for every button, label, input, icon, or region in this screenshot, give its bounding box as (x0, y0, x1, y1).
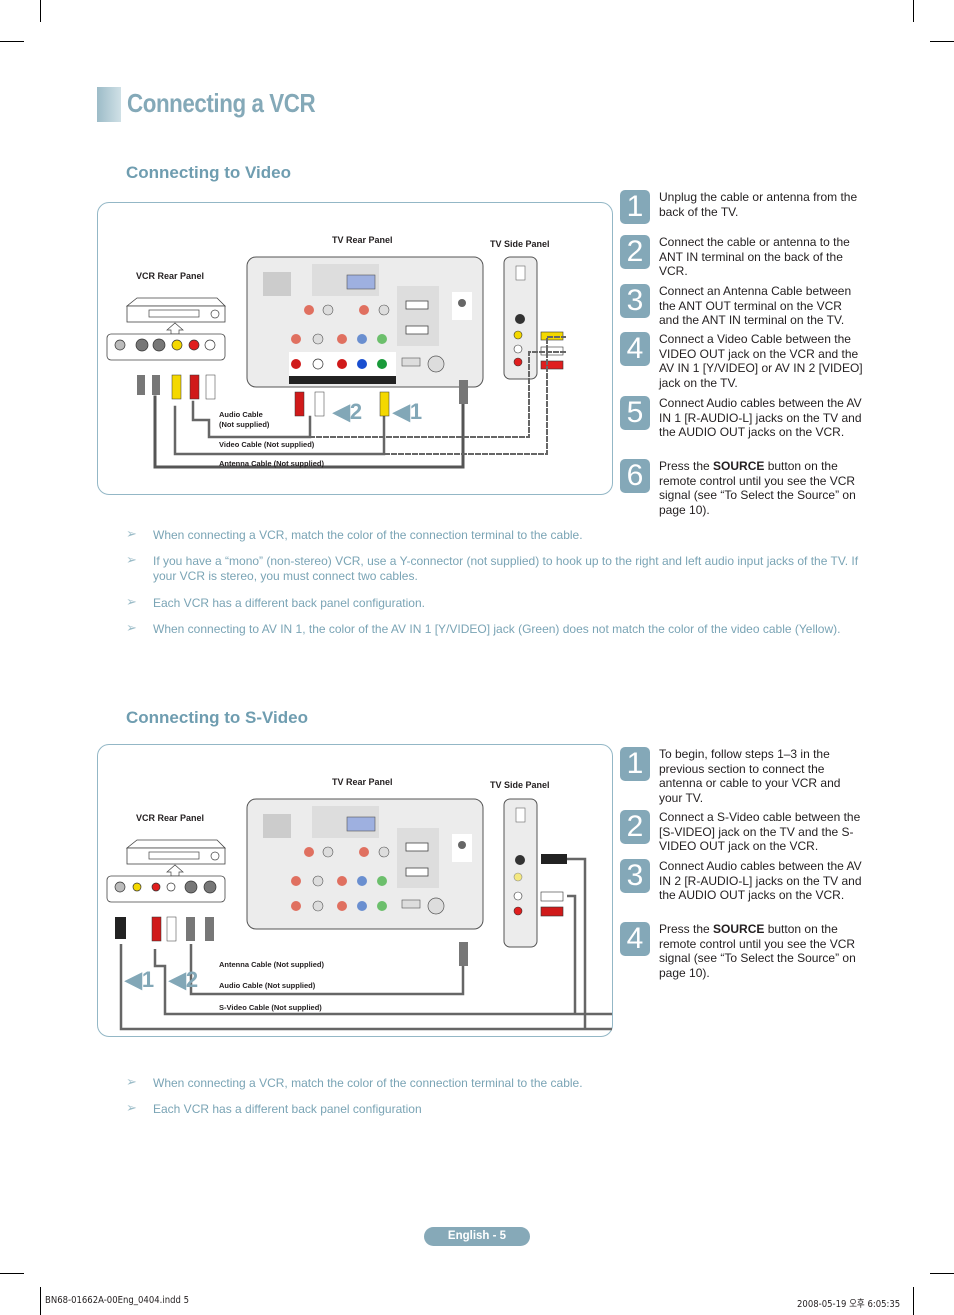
note-arrow-icon: ➢ (126, 594, 137, 609)
step-text: Connect Audio cables between the AV IN 2… (659, 859, 862, 902)
tv-side-panel (503, 798, 538, 948)
crop-mark (0, 1273, 24, 1274)
step-number-badge: 2 (620, 810, 650, 844)
step-text: Connect an Antenna Cable between the ANT… (659, 284, 852, 327)
tv-side-panel-label: TV Side Panel (490, 780, 550, 790)
step-text: To begin, follow steps 1–3 in the previo… (659, 747, 841, 805)
step-number-badge: 3 (620, 284, 650, 318)
title-accent-bar (97, 87, 121, 122)
svideo-connection-diagram: TV Rear Panel TV Side Panel VCR Rear Pan… (97, 744, 613, 1037)
audio-cable-label: Audio Cable (Not supplied) (219, 981, 316, 990)
step-text: Connect a S-Video cable between the [S-V… (659, 810, 861, 853)
crop-mark (0, 41, 24, 42)
step-marker-2: ◀2 (332, 399, 362, 424)
note-arrow-icon: ➢ (126, 1100, 137, 1115)
step-number-badge: 3 (620, 859, 650, 893)
footer-timestamp: 2008-05-19 오후 6:05:35 (797, 1299, 901, 1310)
svideo-cable-label: S-Video Cable (Not supplied) (219, 1003, 322, 1012)
tv-side-panel-label: TV Side Panel (490, 239, 550, 249)
note-arrow-icon: ➢ (126, 552, 137, 567)
audio-cable-sublabel: (Not supplied) (219, 420, 270, 429)
note-item: ➢ When connecting a VCR, match the color … (126, 1074, 583, 1090)
crop-mark (930, 1273, 954, 1274)
step-number-badge: 1 (620, 747, 650, 781)
vcr-device-icon (125, 839, 226, 877)
page-number-badge: English - 5 (424, 1227, 530, 1246)
tv-rear-panel (246, 256, 484, 388)
page-title: Connecting a VCR (127, 88, 316, 118)
section-title-svideo: Connecting to S-Video (126, 708, 308, 727)
section-title-video: Connecting to Video (126, 163, 291, 182)
note-item: ➢ Each VCR has a different back panel con… (126, 1100, 422, 1116)
vcr-rear-panel (106, 875, 226, 903)
vcr-rear-panel-label: VCR Rear Panel (136, 271, 204, 281)
step-marker-1: ◀1 (124, 967, 154, 992)
source-button-name: SOURCE (713, 459, 765, 473)
step-number-badge: 1 (620, 190, 650, 224)
step-text: Press the SOURCE button on the remote co… (659, 922, 856, 980)
vcr-rear-panel-label: VCR Rear Panel (136, 813, 204, 823)
tv-rear-panel-label: TV Rear Panel (332, 235, 393, 245)
step-number-badge: 5 (620, 396, 650, 430)
antenna-cable-label: Antenna Cable (Not supplied) (219, 960, 325, 969)
audio-cable-label: Audio Cable (219, 410, 263, 419)
note-arrow-icon: ➢ (126, 526, 137, 541)
step-number-badge: 4 (620, 332, 650, 366)
tv-side-panel (503, 256, 538, 380)
step-text: Press the SOURCE button on the remote co… (659, 459, 856, 517)
crop-mark (40, 1287, 41, 1315)
crop-mark (930, 41, 954, 42)
antenna-cable-label: Antenna Cable (Not supplied) (219, 459, 325, 468)
step-number-badge: 4 (620, 922, 650, 956)
tv-rear-panel-label: TV Rear Panel (332, 777, 393, 787)
note-arrow-icon: ➢ (126, 1074, 137, 1089)
video-connection-diagram: TV Rear Panel TV Side Panel VCR Rear Pan… (97, 202, 613, 495)
crop-mark (913, 0, 914, 22)
step-text: Connect Audio cables between the AV IN 1… (659, 396, 862, 439)
step-text: Connect the cable or antenna to the ANT … (659, 235, 850, 278)
note-item: ➢ Each VCR has a different back panel con… (126, 594, 425, 610)
note-item: ➢ If you have a “mono” (non-stereo) VCR, … (126, 552, 859, 583)
step-text: Unplug the cable or antenna from the bac… (659, 190, 858, 219)
step-number-badge: 2 (620, 235, 650, 269)
step-marker-2: ◀2 (168, 967, 198, 992)
source-button-name: SOURCE (713, 922, 765, 936)
step-number-badge: 6 (620, 459, 650, 493)
tv-rear-panel (246, 798, 484, 930)
footer-filename: BN68-01662A-00Eng_0404.indd 5 (45, 1295, 190, 1306)
note-arrow-icon: ➢ (126, 620, 137, 635)
vcr-rear-panel (106, 333, 226, 361)
step-marker-1: ◀1 (392, 399, 422, 424)
note-item: ➢ When connecting to AV IN 1, the color o… (126, 620, 841, 636)
note-item: ➢ When connecting a VCR, match the color … (126, 526, 583, 542)
video-cable-label: Video Cable (Not supplied) (219, 440, 315, 449)
step-text: Connect a Video Cable between the VIDEO … (659, 332, 863, 390)
crop-mark (913, 1287, 914, 1315)
crop-mark (40, 0, 41, 22)
vcr-device-icon (125, 297, 226, 335)
